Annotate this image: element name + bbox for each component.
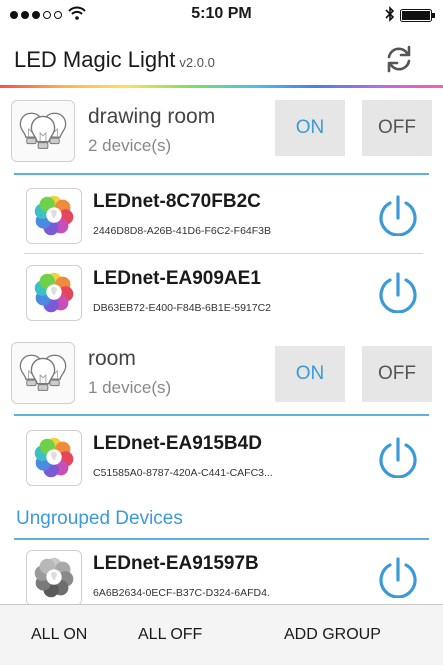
bulbs-group-icon [11,100,75,162]
bottom-toolbar: ALL ON ALL OFF ADD GROUP [0,604,443,665]
power-icon[interactable] [377,552,419,598]
group-off-button[interactable]: OFF [362,346,432,402]
header-rainbow-divider [0,85,443,88]
group-row[interactable]: room 1 device(s) ON OFF [0,340,443,408]
battery-icon [400,9,435,22]
group-name: room [88,347,136,370]
app-header: LED Magic Light v2.0.0 [0,30,443,87]
group-device-count: 2 device(s) [88,136,172,155]
power-icon[interactable] [377,267,419,313]
color-wheel-bulb-icon [26,550,82,606]
all-off-button[interactable]: ALL OFF [138,626,202,644]
device-row[interactable]: LEDnet-EA909AE1 DB63EB72-E400-F84B-6B1E-… [0,263,443,335]
section-divider [14,538,429,540]
group-divider [14,173,429,175]
device-name: LEDnet-EA909AE1 [93,268,261,289]
device-id: 2446D8D8-A26B-41D6-F6C2-F64F3B [93,225,272,237]
app-title-text: LED Magic Light [14,47,176,72]
group-divider [14,414,429,416]
color-wheel-bulb-icon [26,188,82,244]
all-on-button[interactable]: ALL ON [31,626,87,644]
app-title: LED Magic Light v2.0.0 [14,47,215,73]
ungrouped-section-header: Ungrouped Devices [16,508,183,529]
device-id: DB63EB72-E400-F84B-6B1E-5917C2 [93,302,272,314]
device-name: LEDnet-EA91597B [93,553,259,574]
color-wheel-bulb-icon [26,430,82,486]
group-off-button[interactable]: OFF [362,100,432,156]
power-icon[interactable] [377,190,419,236]
refresh-icon[interactable] [384,44,414,74]
device-id: 6A6B2634-0ECF-B37C-D324-6AFD4. [93,587,270,599]
add-group-button[interactable]: ADD GROUP [284,626,381,644]
device-row[interactable]: LEDnet-8C70FB2C 2446D8D8-A26B-41D6-F6C2-… [0,186,443,258]
group-device-count: 1 device(s) [88,378,172,397]
device-row[interactable]: LEDnet-EA915B4D C51585A0-8787-420A-C441-… [0,428,443,500]
device-name: LEDnet-EA915B4D [93,433,262,454]
device-name: LEDnet-8C70FB2C [93,191,261,212]
status-bar: 5:10 PM [0,0,443,30]
bulbs-group-icon [11,342,75,404]
power-icon[interactable] [377,432,419,478]
device-id: C51585A0-8787-420A-C441-CAFC3... [93,467,273,479]
group-row[interactable]: drawing room 2 device(s) ON OFF [0,98,443,166]
color-wheel-bulb-icon [26,265,82,321]
app-version: v2.0.0 [179,55,215,70]
status-time: 5:10 PM [191,5,252,22]
group-on-button[interactable]: ON [275,100,345,156]
group-on-button[interactable]: ON [275,346,345,402]
bluetooth-icon [385,6,395,22]
device-divider [24,253,423,254]
group-name: drawing room [88,105,216,128]
